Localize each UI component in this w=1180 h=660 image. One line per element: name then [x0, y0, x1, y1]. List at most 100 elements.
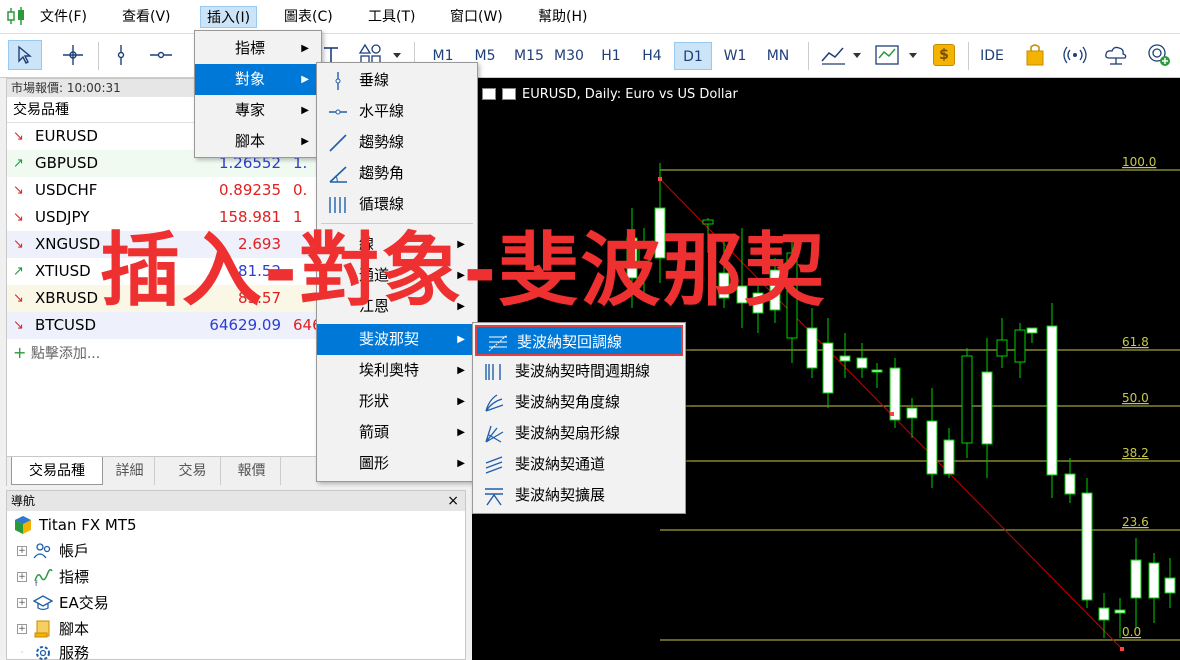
candle-body	[1046, 325, 1058, 476]
menu-insert-indicators[interactable]: 指標 ▶	[195, 33, 321, 64]
submenu-arrow-icon: ▶	[457, 458, 465, 469]
signals-button[interactable]	[1060, 40, 1090, 70]
submenu-arrow-icon: ▶	[301, 74, 309, 85]
menu-object-trend-angle[interactable]: 趨勢角	[317, 158, 477, 189]
navigator-item-accounts[interactable]: + 帳戶	[17, 539, 89, 563]
menu-charts[interactable]: 圖表(C)	[278, 6, 339, 28]
menu-tools[interactable]: 工具(T)	[362, 6, 421, 28]
menu-fibo-fan[interactable]: 斐波納契扇形線	[473, 418, 685, 449]
timeframe-m15-button[interactable]: M15	[506, 42, 552, 70]
submenu-arrow-icon: ▶	[301, 105, 309, 116]
expand-icon[interactable]: +	[17, 598, 27, 608]
menu-view[interactable]: 查看(V)	[116, 6, 177, 28]
symbol-name: XNGUSD	[35, 235, 101, 253]
candle-body	[943, 439, 955, 475]
symbol-name: XBRUSD	[35, 289, 99, 307]
menu-object-horizontal-line[interactable]: 水平線	[317, 96, 477, 127]
navigator-root[interactable]: Titan FX MT5	[13, 513, 137, 537]
timeframe-mn-button[interactable]: MN	[758, 42, 798, 70]
tab-ticks[interactable]: 報價	[223, 457, 281, 485]
navigator-item-label: 腳本	[59, 620, 90, 638]
candle-body	[856, 357, 868, 369]
menu-object-arrows[interactable]: 箭頭 ▶	[317, 417, 477, 448]
symbol-name: EURUSD	[35, 127, 98, 145]
candle-body	[996, 339, 1008, 357]
menu-object-elliott[interactable]: 埃利奧特 ▶	[317, 355, 477, 386]
expand-icon[interactable]: ·	[17, 648, 27, 658]
menu-insert-scripts[interactable]: 腳本 ▶	[195, 126, 321, 157]
menu-fibo-time-zones[interactable]: 斐波納契時間週期線	[473, 356, 685, 387]
candle-body	[981, 371, 993, 445]
menu-object-trend-line[interactable]: 趨勢線	[317, 127, 477, 158]
vps-button[interactable]	[1102, 40, 1130, 70]
submenu-arrow-icon: ▶	[457, 365, 465, 376]
tab-symbols[interactable]: 交易品種	[11, 457, 103, 485]
symbol-name: USDJPY	[35, 208, 90, 226]
timeframe-h4-button[interactable]: H4	[634, 42, 670, 70]
fibo-retracement-icon	[488, 334, 508, 352]
timeframe-m30-button[interactable]: M30	[548, 42, 590, 70]
menu-object-shapes[interactable]: 形狀 ▶	[317, 386, 477, 417]
timeframe-d1-button[interactable]: D1	[674, 42, 712, 70]
menu-item-label: 水平線	[359, 102, 405, 120]
menu-insert-experts[interactable]: 專家 ▶	[195, 95, 321, 126]
fib-level-label: 38.2	[1122, 446, 1149, 460]
chart-type-dropdown-button[interactable]	[818, 40, 866, 70]
navigator-item-indicators[interactable]: + f 指標	[17, 565, 89, 589]
navigator-item-services[interactable]: · 服務	[17, 641, 89, 660]
fib-anchor-point[interactable]	[658, 177, 662, 181]
tab-details[interactable]: 詳細	[105, 457, 155, 485]
menu-insert-objects[interactable]: 對象 ▶	[195, 64, 321, 95]
menu-item-label: 斐波納契角度線	[515, 393, 621, 411]
menu-fibo-arcs[interactable]: 斐波納契角度線	[473, 387, 685, 418]
menu-item-label: 指標	[235, 39, 266, 57]
close-icon[interactable]: ×	[447, 491, 459, 511]
chart-title: EURUSD, Daily: Euro vs US Dollar	[482, 86, 738, 102]
symbol-name: BTCUSD	[35, 316, 97, 334]
graduation-cap-icon	[33, 595, 53, 611]
candle-body	[871, 369, 883, 373]
menu-window[interactable]: 窗口(W)	[444, 6, 509, 28]
fibonacci-submenu: 斐波納契回調線 斐波納契時間週期線 斐波納契角度線 斐波納契扇形線 斐波納契通道…	[472, 322, 686, 514]
menu-object-vertical-line[interactable]: 垂線	[317, 65, 477, 96]
menu-object-graphics[interactable]: 圖形 ▶	[317, 448, 477, 479]
menu-fibo-retracement[interactable]: 斐波納契回調線	[475, 325, 683, 356]
expand-icon[interactable]: +	[17, 546, 27, 556]
menu-object-fibonacci[interactable]: 斐波那契 ▶	[317, 324, 477, 355]
candle-body	[906, 407, 918, 419]
fib-anchor-point[interactable]	[890, 412, 894, 416]
trading-button[interactable]: $	[930, 40, 958, 70]
navigator-item-expert-advisors[interactable]: + EA交易	[17, 591, 109, 615]
vertical-line-tool-button[interactable]	[108, 40, 134, 70]
symbol-name: USDCHF	[35, 181, 98, 199]
horizontal-line-tool-button[interactable]	[146, 40, 176, 70]
menu-item-label: 腳本	[235, 132, 266, 150]
menu-fibo-channel[interactable]: 斐波納契通道	[473, 449, 685, 480]
arrow-down-icon: ↘	[13, 129, 24, 144]
menu-item-label: 對象	[235, 70, 266, 88]
timeframe-w1-button[interactable]: W1	[716, 42, 754, 70]
expand-icon[interactable]: +	[17, 572, 27, 582]
titan-logo-icon	[15, 516, 31, 534]
chart-title-label: EURUSD, Daily: Euro vs US Dollar	[522, 86, 738, 102]
crosshair-tool-button[interactable]	[58, 40, 88, 70]
cursor-tool-button[interactable]	[8, 40, 42, 70]
market-button[interactable]	[1022, 40, 1048, 70]
bid-price: 0.89235	[218, 181, 281, 199]
chart-template-dropdown-button[interactable]	[872, 40, 922, 70]
submenu-arrow-icon: ▶	[457, 427, 465, 438]
fib-anchor-point[interactable]	[1120, 647, 1124, 651]
menu-file[interactable]: 文件(F)	[34, 6, 93, 28]
timeframe-h1-button[interactable]: H1	[594, 42, 628, 70]
insert-menu: 指標 ▶ 對象 ▶ 專家 ▶ 腳本 ▶	[194, 30, 322, 158]
menu-insert[interactable]: 插入(I)	[200, 6, 258, 28]
expand-icon[interactable]: +	[17, 624, 27, 634]
community-button[interactable]	[1144, 40, 1174, 70]
menu-fibo-expansion[interactable]: 斐波納契擴展	[473, 480, 685, 511]
tab-trading[interactable]: 交易	[165, 457, 221, 485]
navigator-item-scripts[interactable]: + 腳本	[17, 617, 89, 641]
menu-help[interactable]: 幫助(H)	[532, 6, 593, 28]
shopping-bag-icon	[1026, 44, 1044, 66]
ide-button[interactable]: IDE	[974, 42, 1010, 70]
dollar-icon: $	[933, 44, 955, 66]
